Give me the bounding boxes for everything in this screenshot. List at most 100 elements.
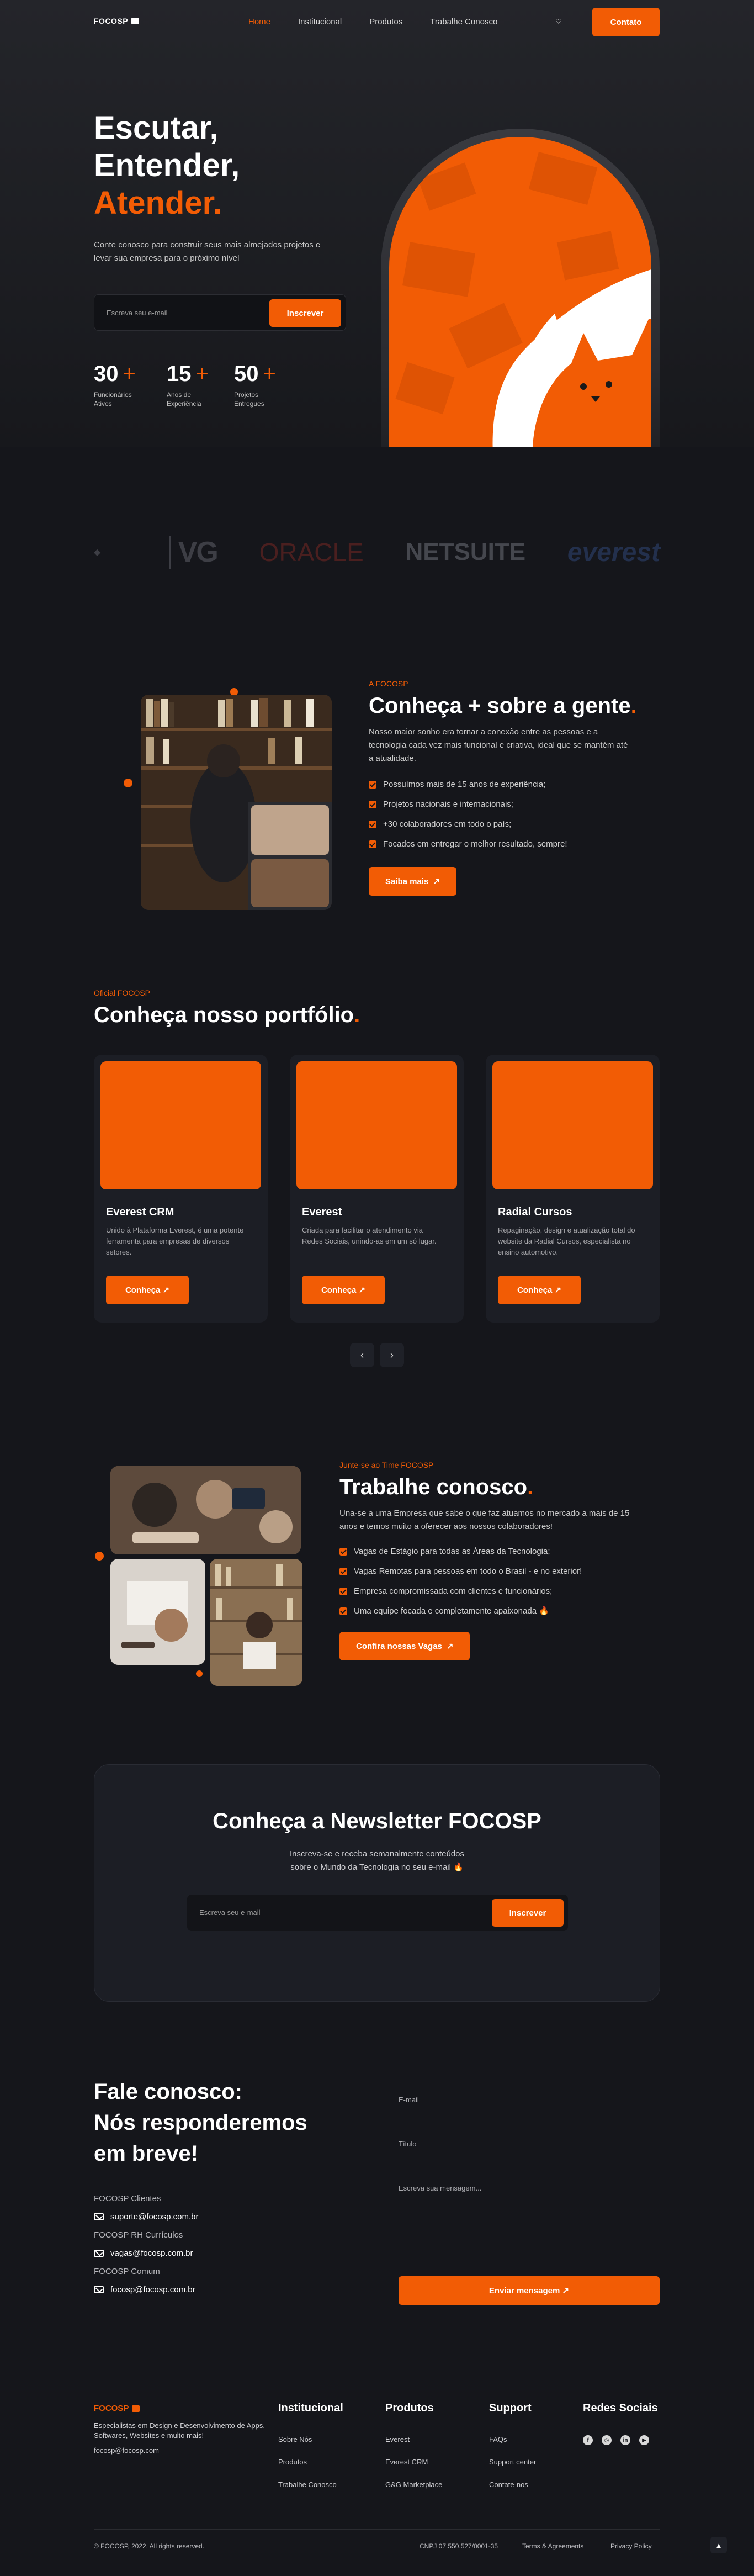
card-description: Unido à Plataforma Everest, é uma potent… <box>106 1226 244 1256</box>
check-icon <box>369 840 376 848</box>
newsletter-email-input[interactable]: Escreva seu e-mail <box>199 1908 261 1917</box>
card-button[interactable]: Conheça ↗ <box>106 1276 189 1304</box>
work-title-text: Trabalhe conosco <box>339 1475 528 1499</box>
brand-logo-icon: ◆ <box>94 548 101 557</box>
list-item: Vagas de Estágio para todas as Áreas da … <box>339 1546 649 1558</box>
hero-title-line2: Entender, <box>94 147 240 183</box>
about-title: Conheça + sobre a gente. <box>369 692 656 719</box>
newsletter-title: Conheça a Newsletter FOCOSP <box>213 1809 541 1833</box>
youtube-icon[interactable]: ▶ <box>639 2435 649 2445</box>
check-icon <box>339 1568 347 1575</box>
hero-title: Escutar, Entender, Atender. <box>94 109 240 222</box>
brand-logo-everest: everest <box>567 537 660 567</box>
card-button[interactable]: Conheça ↗ <box>302 1276 385 1304</box>
footer-link[interactable]: Everest CRM <box>385 2458 428 2466</box>
writing-photo <box>110 1559 205 1665</box>
arrow-up-right-icon: ↗ <box>562 2286 570 2295</box>
footer-col-title: Redes Sociais <box>583 2402 658 2414</box>
list-item: Possuímos mais de 15 anos de experiência… <box>369 779 656 791</box>
terms-link[interactable]: Terms & Agreements <box>522 2542 583 2550</box>
check-icon <box>339 1548 347 1556</box>
work-jobs-button[interactable]: Confira nossas Vagas ↗ <box>339 1632 470 1660</box>
hero-email-input[interactable]: Escreva seu e-mail <box>107 309 168 317</box>
brand-logo-netsuite: NETSUITE <box>405 538 526 565</box>
footer-email[interactable]: focosp@focosp.com <box>94 2446 159 2455</box>
contact-email-field[interactable]: E-mail <box>399 2096 660 2113</box>
about-more-button[interactable]: Saiba mais ↗ <box>369 867 456 896</box>
decor-dot <box>95 1552 104 1561</box>
arrow-up-right-icon: ↗ <box>446 1642 454 1651</box>
footer-link[interactable]: Trabalhe Conosco <box>278 2480 337 2489</box>
hero-subscribe-button[interactable]: Inscrever <box>269 299 341 327</box>
work-description: Una-se a uma Empresa que sabe o que faz … <box>339 1509 630 1531</box>
list-item: Vagas Remotas para pessoas em todo o Bra… <box>339 1565 649 1578</box>
footer-link[interactable]: G&G Marketplace <box>385 2480 442 2489</box>
arrow-up-right-icon: ↗ <box>358 1286 366 1295</box>
footer-link[interactable]: Everest <box>385 2435 410 2443</box>
theme-toggle-icon[interactable]: ☼ <box>555 16 562 25</box>
logo[interactable]: FOCOSP <box>94 17 140 25</box>
about-list: Possuímos mais de 15 anos de experiência… <box>369 779 656 850</box>
nav-item-institucional[interactable]: Institucional <box>298 17 342 27</box>
footer-link[interactable]: Support center <box>489 2458 536 2466</box>
back-to-top-button[interactable]: ▲ <box>710 2537 727 2553</box>
instagram-icon[interactable]: ◎ <box>602 2435 612 2445</box>
contact-email-link[interactable]: focosp@focosp.com.br <box>94 2281 198 2299</box>
top-nav: FOCOSP Home Institucional Produtos Traba… <box>0 0 754 44</box>
card-description: Criada para facilitar o atendimento via … <box>302 1226 437 1245</box>
linkedin-icon[interactable]: in <box>620 2435 630 2445</box>
about-photo-collage <box>141 695 332 910</box>
hero-illustration <box>389 137 651 447</box>
nav-item-produtos[interactable]: Produtos <box>369 17 402 27</box>
stat-plus: + <box>195 362 209 386</box>
contact-button[interactable]: Contato <box>592 8 660 36</box>
facebook-icon[interactable]: f <box>583 2435 593 2445</box>
envelope-icon <box>94 2286 104 2293</box>
contact-title-field[interactable]: Título <box>399 2140 660 2157</box>
stat-projects: 50 + Projetos Entregues <box>234 362 278 408</box>
portfolio-card: Radial Cursos Repaginação, design e atua… <box>486 1055 660 1323</box>
nav-item-home[interactable]: Home <box>248 17 270 27</box>
card-title: Radial Cursos <box>498 1206 572 1218</box>
stat-label: Funcionários Ativos <box>94 391 132 408</box>
carousel-prev-button[interactable]: ‹ <box>350 1343 374 1367</box>
card-button[interactable]: Conheça ↗ <box>498 1276 581 1304</box>
hero-description: Conte conosco para construir seus mais a… <box>94 240 321 263</box>
footer-link[interactable]: Produtos <box>278 2458 307 2466</box>
stat-label: Anos de Experiência <box>167 391 201 408</box>
about-title-dot: . <box>630 694 637 718</box>
contact-message-field[interactable]: Escreva sua mensagem... <box>399 2184 660 2239</box>
card-image <box>296 1061 457 1189</box>
check-icon <box>369 821 376 828</box>
contact-email-link[interactable]: suporte@focosp.com.br <box>94 2208 198 2226</box>
work-title-dot: . <box>527 1475 534 1499</box>
check-icon <box>369 781 376 789</box>
logo-text: FOCOSP <box>94 17 129 25</box>
logo-icon <box>131 18 140 24</box>
carousel-next-button[interactable]: › <box>380 1343 404 1367</box>
about-eyebrow: A FOCOSP <box>369 679 408 688</box>
card-title: Everest CRM <box>106 1206 174 1218</box>
fox-mascot-icon <box>395 151 651 447</box>
footer-logo[interactable]: FOCOSP <box>94 2404 140 2413</box>
stat-plus: + <box>123 362 136 386</box>
send-message-button[interactable]: Enviar mensagem ↗ <box>399 2276 660 2305</box>
newsletter-subscribe-button[interactable]: Inscrever <box>492 1899 564 1927</box>
cnpj: CNPJ 07.550.527/0001-35 <box>420 2542 498 2550</box>
portfolio-eyebrow: Oficial FOCOSP <box>94 988 150 997</box>
footer-link[interactable]: FAQs <box>489 2435 507 2443</box>
hero-section: FOCOSP Home Institucional Produtos Traba… <box>0 0 754 447</box>
hero-title-line3: Atender <box>94 185 213 221</box>
privacy-link[interactable]: Privacy Policy <box>610 2542 652 2550</box>
copyright: © FOCOSP, 2022. All rights reserved. <box>94 2542 205 2550</box>
contact-email-link[interactable]: vagas@focosp.com.br <box>94 2244 198 2262</box>
chevron-left-icon: ‹ <box>360 1349 364 1361</box>
footer-about: Especialistas em Design e Desenvolviment… <box>94 2421 265 2440</box>
decor-dot <box>124 779 132 787</box>
nav-item-trabalhe-conosco[interactable]: Trabalhe Conosco <box>430 17 497 27</box>
footer-link[interactable]: Contate-nos <box>489 2480 528 2489</box>
about-description: Nosso maior sonho era tornar a conexão e… <box>369 727 628 763</box>
stat-number: 15 <box>167 362 192 386</box>
footer-link[interactable]: Sobre Nós <box>278 2435 312 2443</box>
portfolio-card: Everest Criada para facilitar o atendime… <box>290 1055 464 1323</box>
